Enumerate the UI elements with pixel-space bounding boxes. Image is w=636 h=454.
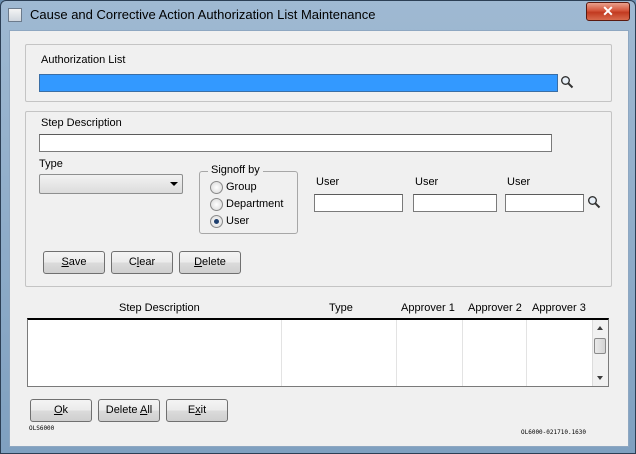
exit-post: it xyxy=(200,404,207,416)
type-dropdown[interactable] xyxy=(39,174,183,194)
save-button[interactable]: Save xyxy=(43,251,105,274)
search-icon[interactable] xyxy=(560,75,574,89)
user-1-input[interactable] xyxy=(314,194,403,212)
delete-mnemonic: D xyxy=(194,256,203,268)
save-post: ave xyxy=(68,256,87,268)
exit-button[interactable]: Exit xyxy=(166,399,228,422)
user-2-label: User xyxy=(415,176,439,188)
column-header-approver-3[interactable]: Approver 3 xyxy=(532,302,586,314)
radio-group[interactable] xyxy=(210,181,223,194)
scroll-down-arrow-icon[interactable] xyxy=(597,376,603,380)
window-title: Cause and Corrective Action Authorizatio… xyxy=(30,7,376,22)
app-icon xyxy=(8,8,22,22)
ok-post: k xyxy=(62,404,69,416)
vertical-scrollbar[interactable] xyxy=(592,320,608,386)
delete-button[interactable]: Delete xyxy=(179,251,241,274)
column-divider xyxy=(462,320,463,386)
delete-post: elete xyxy=(202,256,226,268)
clear-post: ear xyxy=(139,256,156,268)
steps-table[interactable] xyxy=(27,318,609,387)
user-3-input[interactable] xyxy=(505,194,584,212)
column-divider xyxy=(526,320,527,386)
chevron-down-icon xyxy=(170,182,178,186)
delete-all-post: ll xyxy=(147,404,153,416)
signoff-by-legend: Signoff by xyxy=(208,164,263,176)
column-header-type[interactable]: Type xyxy=(329,302,353,314)
authorization-list-input[interactable] xyxy=(39,74,558,92)
save-mnemonic: S xyxy=(61,256,69,268)
type-label: Type xyxy=(39,158,63,170)
ok-mnemonic: O xyxy=(53,404,63,416)
radio-department[interactable] xyxy=(210,198,223,211)
radio-user[interactable] xyxy=(210,215,223,228)
title-bar[interactable]: Cause and Corrective Action Authorizatio… xyxy=(1,1,635,29)
column-header-approver-1[interactable]: Approver 1 xyxy=(401,302,455,314)
step-description-input[interactable] xyxy=(39,134,552,152)
user-search-icon[interactable] xyxy=(587,195,601,209)
scroll-up-arrow-icon[interactable] xyxy=(597,326,603,330)
delete-all-button[interactable]: Delete All xyxy=(98,399,160,422)
clear-pre: C xyxy=(128,256,137,268)
radio-user-label: User xyxy=(226,215,250,227)
step-description-label: Step Description xyxy=(41,117,122,129)
radio-department-label: Department xyxy=(226,198,284,210)
scrollbar-thumb[interactable] xyxy=(594,338,606,354)
column-divider xyxy=(281,320,282,386)
authorization-list-group xyxy=(25,44,612,102)
version-string: OL6000-021710.1630 xyxy=(521,429,587,436)
authorization-list-label: Authorization List xyxy=(41,54,126,66)
form-code: OLS6000 xyxy=(29,425,55,432)
app-window: Cause and Corrective Action Authorizatio… xyxy=(0,0,636,454)
ok-button[interactable]: Ok xyxy=(30,399,92,422)
radio-group-label: Group xyxy=(226,181,257,193)
clear-button[interactable]: Clear xyxy=(111,251,173,274)
column-divider xyxy=(396,320,397,386)
user-3-label: User xyxy=(507,176,531,188)
user-1-label: User xyxy=(316,176,340,188)
column-header-step-description[interactable]: Step Description xyxy=(119,302,200,314)
column-header-approver-2[interactable]: Approver 2 xyxy=(468,302,522,314)
user-2-input[interactable] xyxy=(413,194,497,212)
close-button[interactable]: ✕ xyxy=(586,2,630,21)
delete-all-pre: Delete xyxy=(105,404,140,416)
